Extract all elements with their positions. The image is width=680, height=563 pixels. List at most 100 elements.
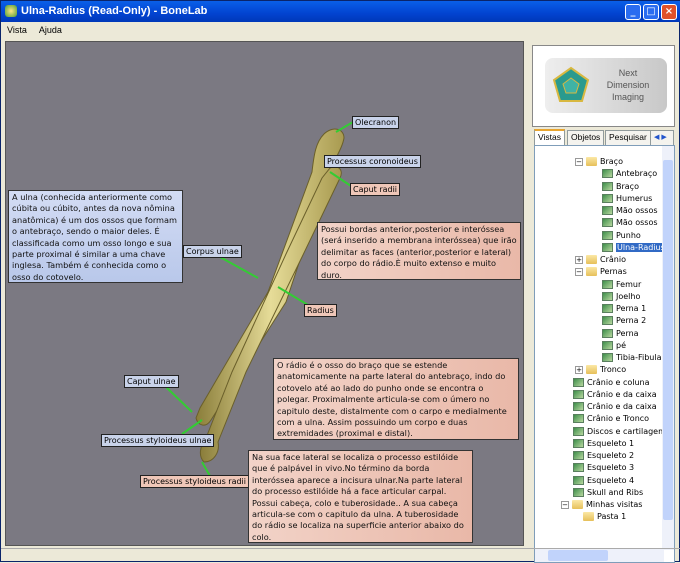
label-radius[interactable]: Radius [304,304,337,317]
view-icon [573,487,584,497]
tab-vistas[interactable]: Vistas [534,129,565,145]
tab-scroll-arrows-icon[interactable]: ◀ ▶ [650,130,674,145]
tree-item-label: Femur [616,279,642,289]
tree-item[interactable]: Esqueleto 2 [573,450,634,462]
tree-item[interactable]: Perna 1 [602,303,646,315]
tree-item[interactable]: + Crânio [575,254,626,266]
tree-item-label: Braço [616,181,639,191]
note-styloid: Na sua face lateral se localiza o proces… [248,450,473,543]
tree-item-label: Joelho [616,291,641,301]
tree-item[interactable]: Mão ossos [602,205,658,217]
tree-item-label: Perna [616,328,639,338]
collapse-icon[interactable]: − [561,500,569,509]
label-olecranon[interactable]: Olecranon [352,116,400,129]
tree-item-label: pé [616,340,626,350]
view-icon [602,316,613,326]
tree-item[interactable]: − Braço [575,156,623,168]
tab-bar: Vistas Objetos Pesquisar ◀ ▶ [532,129,675,145]
leader-line [181,419,203,435]
collapse-icon[interactable]: − [575,157,583,166]
logo-text: Imaging [611,92,645,102]
tree-item[interactable]: Discos e cartilagem [573,426,666,438]
tree-item[interactable]: Esqueleto 3 [573,462,634,474]
label-processus-coronoideus[interactable]: Processus coronoideus [324,155,421,168]
menu-ajuda[interactable]: Ajuda [39,25,62,35]
views-tree[interactable]: − Braço Antebraço Braço Humerus Mão ossos Mão … [534,145,675,563]
logo-text: Dimension [606,80,650,90]
expand-icon[interactable]: + [575,255,583,264]
tree-item[interactable]: Punho [602,230,641,242]
view-icon [602,328,613,338]
label-corpus-ulnae[interactable]: Corpus ulnae [183,245,242,258]
tree-item-label: Discos e cartilagem [587,426,666,436]
view-icon [602,340,613,350]
tree-item[interactable]: Perna [602,328,639,340]
tree-item[interactable]: Joelho [602,291,640,303]
view-icon [573,377,584,387]
label-caput-radii[interactable]: Caput radii [350,183,401,196]
minimize-button[interactable]: _ [625,4,641,20]
tree-item[interactable]: pé [602,340,626,352]
tree-item-label: Pernas [600,267,627,277]
tree-item[interactable]: Crânio e coluna [573,377,650,389]
tree-item-label: Esqueleto 3 [587,463,635,473]
tree-item[interactable]: Femur [602,279,641,291]
tree-item-label: Braço [600,157,623,166]
view-icon [602,279,613,289]
tree-item[interactable]: Skull and Ribs [573,487,643,499]
folder-icon [583,512,594,522]
menu-vista[interactable]: Vista [7,25,27,35]
folder-icon [572,500,583,509]
view-icon [602,193,613,203]
tree-item[interactable]: Ulna-Radius [602,242,666,254]
logo: Next Dimension Imaging [532,45,675,127]
view-icon [573,402,584,411]
tree-item[interactable]: Crânio e da caixa [573,401,657,413]
tree-item[interactable]: Esqueleto 4 [573,475,634,487]
view-icon [573,389,584,399]
tree-item-label: Crânio e Tronco [587,414,650,424]
tree-item[interactable]: Tibia-Fibula [602,352,661,364]
tree-item[interactable]: Perna 2 [602,315,646,327]
tree-item[interactable]: − Pernas [575,266,627,278]
folder-icon [586,267,597,277]
leader-line [219,256,259,279]
view-icon [573,438,584,448]
tree-item-label: Minhas visitas [586,500,643,509]
tree-item-label: Tibia-Fibula [616,353,662,362]
tab-objetos[interactable]: Objetos [567,130,605,145]
dodecahedron-logo-icon [552,66,590,102]
tree-item[interactable]: Braço [602,181,639,193]
close-button[interactable]: × [661,4,677,20]
note-ulna: A ulna (conhecida anteriormente como cúb… [8,190,183,283]
maximize-button[interactable]: □ [643,4,659,20]
app-icon [5,5,17,17]
window-title: Ulna-Radius (Read-Only) - BoneLab [21,5,208,17]
3d-viewport[interactable]: Olecranon Processus coronoideus Caput ra… [5,41,524,546]
label-processus-styloideus-ulnae[interactable]: Processus styloideus ulnae [101,434,215,447]
folder-icon [586,157,597,166]
tree-item[interactable]: Crânio e da caixa [573,389,657,401]
scrollbar-thumb[interactable] [663,160,673,520]
tab-pesquisar[interactable]: Pesquisar [605,130,651,145]
tree-item-label: Mão ossos [616,206,658,215]
tree-item-label: Antebraço [616,169,658,179]
tree-item[interactable]: + Tronco [575,364,626,376]
tree-item[interactable]: Esqueleto 1 [573,438,634,450]
tree-item[interactable]: − Minhas visitas [561,499,642,511]
expand-icon[interactable]: + [575,365,583,374]
tree-item-label: Crânio e da caixa [587,389,657,399]
leader-line [201,461,211,477]
view-icon [602,242,613,252]
tree-item[interactable]: Crânio e Tronco [573,413,649,425]
vertical-scrollbar[interactable] [662,146,674,550]
tree-item[interactable]: Humerus [602,193,652,205]
tree-item-label: Punho [616,230,641,240]
label-caput-ulnae[interactable]: Caput ulnae [124,375,179,388]
tree-item[interactable]: Antebraço [602,168,657,180]
tree-item[interactable]: Pasta 1 [583,511,626,523]
side-panel: Next Dimension Imaging Vistas Objetos Pe… [529,41,677,563]
label-processus-styloideus-radii[interactable]: Processus styloideus radii [140,475,250,488]
collapse-icon[interactable]: − [575,267,583,276]
tree-item[interactable]: Mão ossos [602,217,658,229]
